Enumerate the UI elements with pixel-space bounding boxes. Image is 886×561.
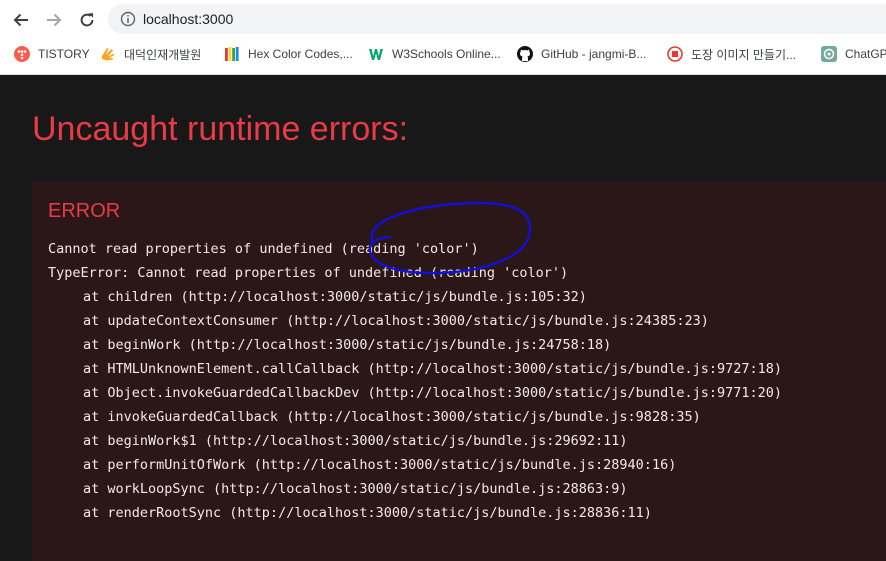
address-bar[interactable]: localhost:3000 <box>108 4 886 34</box>
reload-icon <box>80 13 94 27</box>
bookmark-label: 도장 이미지 만들기... <box>691 47 796 62</box>
arrow-left-icon <box>13 13 28 27</box>
stamp-icon <box>667 46 683 62</box>
bookmark-stamp-maker[interactable]: 도장 이미지 만들기... <box>667 44 796 64</box>
error-details: Cannot read properties of undefined (rea… <box>48 237 782 525</box>
bookmark-w3schools[interactable]: W3Schools Online... <box>368 44 501 64</box>
error-message: Cannot read properties of undefined (rea… <box>48 241 479 257</box>
hand-icon <box>102 48 115 61</box>
bookmark-label: TISTORY <box>38 47 90 61</box>
navigation-bar: localhost:3000 <box>0 0 886 38</box>
bookmark-label: W3Schools Online... <box>392 47 501 61</box>
bookmark-label: 대덕인재개발원 <box>124 47 202 62</box>
bookmark-label: ChatGPT <box>845 47 886 61</box>
bookmark-hex-color[interactable]: Hex Color Codes,... <box>224 44 353 64</box>
stack-frame: at beginWork (http://localhost:3000/stat… <box>83 337 612 353</box>
error-type-line: TypeError: Cannot read properties of und… <box>48 265 569 281</box>
bookmark-label: Hex Color Codes,... <box>248 47 353 61</box>
bookmark-tistory[interactable]: TISTORY <box>14 44 90 64</box>
stack-frame: at children (http://localhost:3000/stati… <box>83 289 587 305</box>
github-icon <box>517 46 533 62</box>
error-label: ERROR <box>48 200 121 222</box>
overlay-title: Uncaught runtime errors: <box>32 110 409 148</box>
w3schools-icon <box>369 49 383 60</box>
info-icon <box>120 11 136 27</box>
tistory-icon <box>14 46 30 62</box>
bookmark-daedeok[interactable]: 대덕인재개발원 <box>100 44 201 64</box>
forward-button[interactable] <box>41 7 67 33</box>
browser-chrome: localhost:3000 TISTORY 대덕인재개발원 Hex Color… <box>0 0 886 75</box>
bookmark-label: GitHub - jangmi-B... <box>541 47 647 61</box>
stack-frame: at invokeGuardedCallback (http://localho… <box>83 409 701 425</box>
stack-frame: at performUnitOfWork (http://localhost:3… <box>83 457 677 473</box>
color-bars-icon <box>225 47 239 61</box>
reload-button[interactable] <box>74 7 100 33</box>
stack-frame: at beginWork$1 (http://localhost:3000/st… <box>83 433 628 449</box>
address-text: localhost:3000 <box>143 11 234 27</box>
back-button[interactable] <box>8 7 34 33</box>
bookmark-github[interactable]: GitHub - jangmi-B... <box>517 44 646 64</box>
error-box: ERROR Cannot read properties of undefine… <box>32 181 886 561</box>
bookmarks-bar: TISTORY 대덕인재개발원 Hex Color Codes,... W3Sc… <box>0 41 886 67</box>
error-overlay: Uncaught runtime errors: ERROR Cannot re… <box>0 75 886 561</box>
chatgpt-icon <box>821 46 837 62</box>
stack-frame: at renderRootSync (http://localhost:3000… <box>83 505 652 521</box>
bookmark-chatgpt[interactable]: ChatGPT <box>821 44 886 64</box>
stack-frame: at HTMLUnknownElement.callCallback (http… <box>83 361 782 377</box>
arrow-right-icon <box>47 13 62 27</box>
stack-frame: at workLoopSync (http://localhost:3000/s… <box>83 481 628 497</box>
stack-frame: at updateContextConsumer (http://localho… <box>83 313 709 329</box>
stack-frame: at Object.invokeGuardedCallbackDev (http… <box>83 385 782 401</box>
